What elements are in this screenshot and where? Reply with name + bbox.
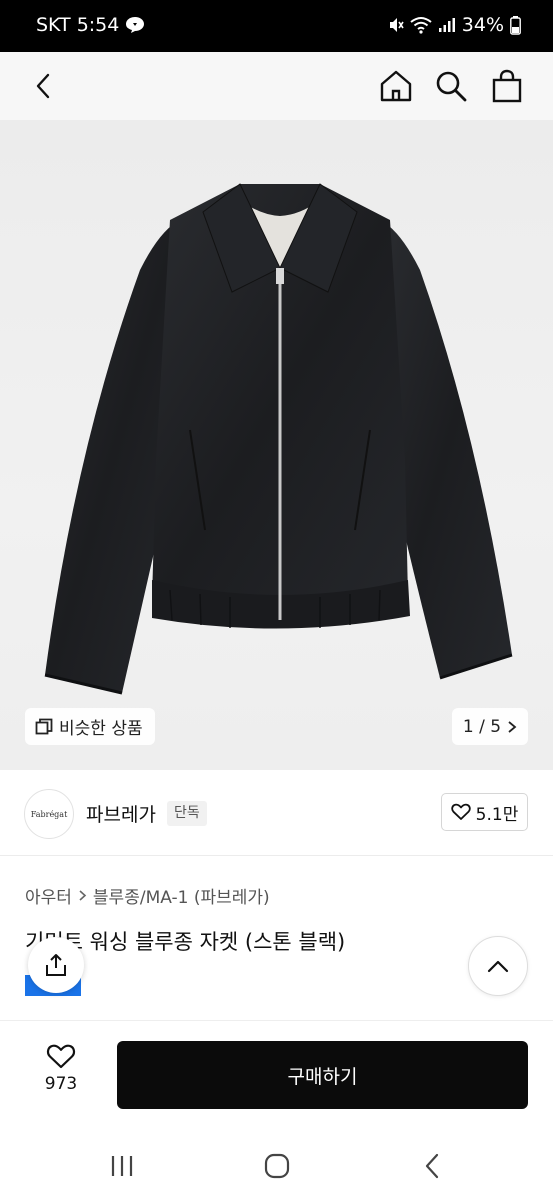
chevron-right-icon — [508, 720, 517, 733]
home-icon — [380, 70, 412, 102]
share-button[interactable] — [28, 937, 84, 993]
similar-products-button[interactable]: 비슷한 상품 — [25, 708, 155, 745]
image-pager[interactable]: 1 / 5 — [452, 708, 528, 745]
brand-row[interactable]: Fabrégat 파브레가 단독 5.1만 — [0, 770, 553, 856]
chevron-left-icon — [36, 73, 50, 99]
buy-button[interactable]: 구매하기 — [117, 1041, 528, 1109]
recent-apps-button[interactable] — [102, 1146, 142, 1186]
home-nav-button[interactable] — [257, 1146, 297, 1186]
battery-icon — [510, 15, 521, 35]
carrier-time: SKT 5:54 — [36, 14, 120, 36]
chevron-up-icon — [487, 960, 509, 973]
battery-percent: 34% — [461, 14, 504, 36]
product-like-count: 973 — [44, 1074, 78, 1094]
home-button[interactable] — [374, 64, 418, 108]
recent-apps-icon — [111, 1156, 133, 1176]
product-image[interactable]: 비슷한 상품 1 / 5 — [0, 120, 553, 770]
system-nav-bar — [0, 1128, 553, 1200]
brand-logo[interactable]: Fabrégat — [24, 789, 74, 839]
scroll-top-button[interactable] — [468, 936, 528, 996]
brand-like-count: 5.1만 — [475, 804, 519, 825]
mute-icon — [389, 18, 404, 32]
chat-bubble-icon — [126, 17, 145, 33]
brand-like-button[interactable]: 5.1만 — [441, 793, 528, 831]
app-header — [0, 52, 553, 120]
heart-icon — [450, 803, 471, 820]
similar-products-label: 비슷한 상품 — [59, 719, 143, 739]
brand-name[interactable]: 파브레가 — [86, 800, 156, 827]
breadcrumb-level1[interactable]: 아우터 — [25, 883, 72, 908]
shopping-bag-icon — [492, 69, 522, 103]
status-right: 34% — [388, 14, 521, 36]
search-button[interactable] — [429, 64, 473, 108]
jacket-illustration — [44, 183, 513, 695]
breadcrumb: 아우터 블루종/MA-1 (파브레가) — [25, 883, 270, 908]
product-like-button[interactable]: 973 — [24, 1043, 98, 1094]
chevron-right-icon — [79, 890, 87, 901]
chevron-left-icon — [425, 1153, 439, 1179]
exclusive-badge: 단독 — [167, 801, 207, 826]
home-circle-icon — [264, 1153, 290, 1179]
copy-icon — [35, 718, 53, 734]
search-icon — [436, 71, 467, 102]
cart-button[interactable] — [485, 64, 529, 108]
pager-text: 1 / 5 — [462, 716, 502, 737]
status-bar: SKT 5:54 34% — [0, 0, 553, 52]
share-icon — [46, 954, 66, 976]
signal-icon — [438, 18, 455, 32]
bottom-action-bar: 973 구매하기 — [0, 1020, 553, 1128]
heart-icon — [46, 1044, 76, 1069]
breadcrumb-level2[interactable]: 블루종/MA-1 (파브레가) — [93, 883, 270, 908]
brand-logo-text: Fabrégat — [30, 809, 68, 819]
wifi-icon — [410, 17, 432, 34]
status-left: SKT 5:54 — [36, 14, 145, 36]
back-button[interactable] — [22, 64, 66, 108]
back-nav-button[interactable] — [412, 1146, 452, 1186]
